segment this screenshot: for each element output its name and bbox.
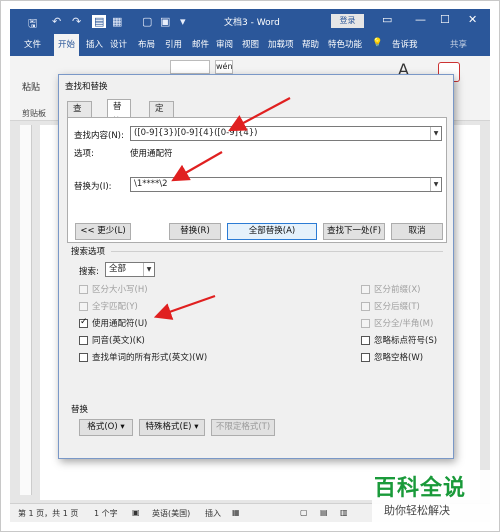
arrow-to-wildcards: [153, 294, 216, 320]
watermark-main-text: 百科全说: [374, 476, 467, 501]
watermark-logo: 百科全说 助你轻松解决: [372, 470, 490, 522]
arrow-to-replace-field: [171, 151, 223, 182]
annotation-arrows: [153, 97, 291, 320]
arrow-to-find-field: [228, 97, 291, 132]
watermark-sub-text: 助你轻松解决: [384, 504, 450, 517]
